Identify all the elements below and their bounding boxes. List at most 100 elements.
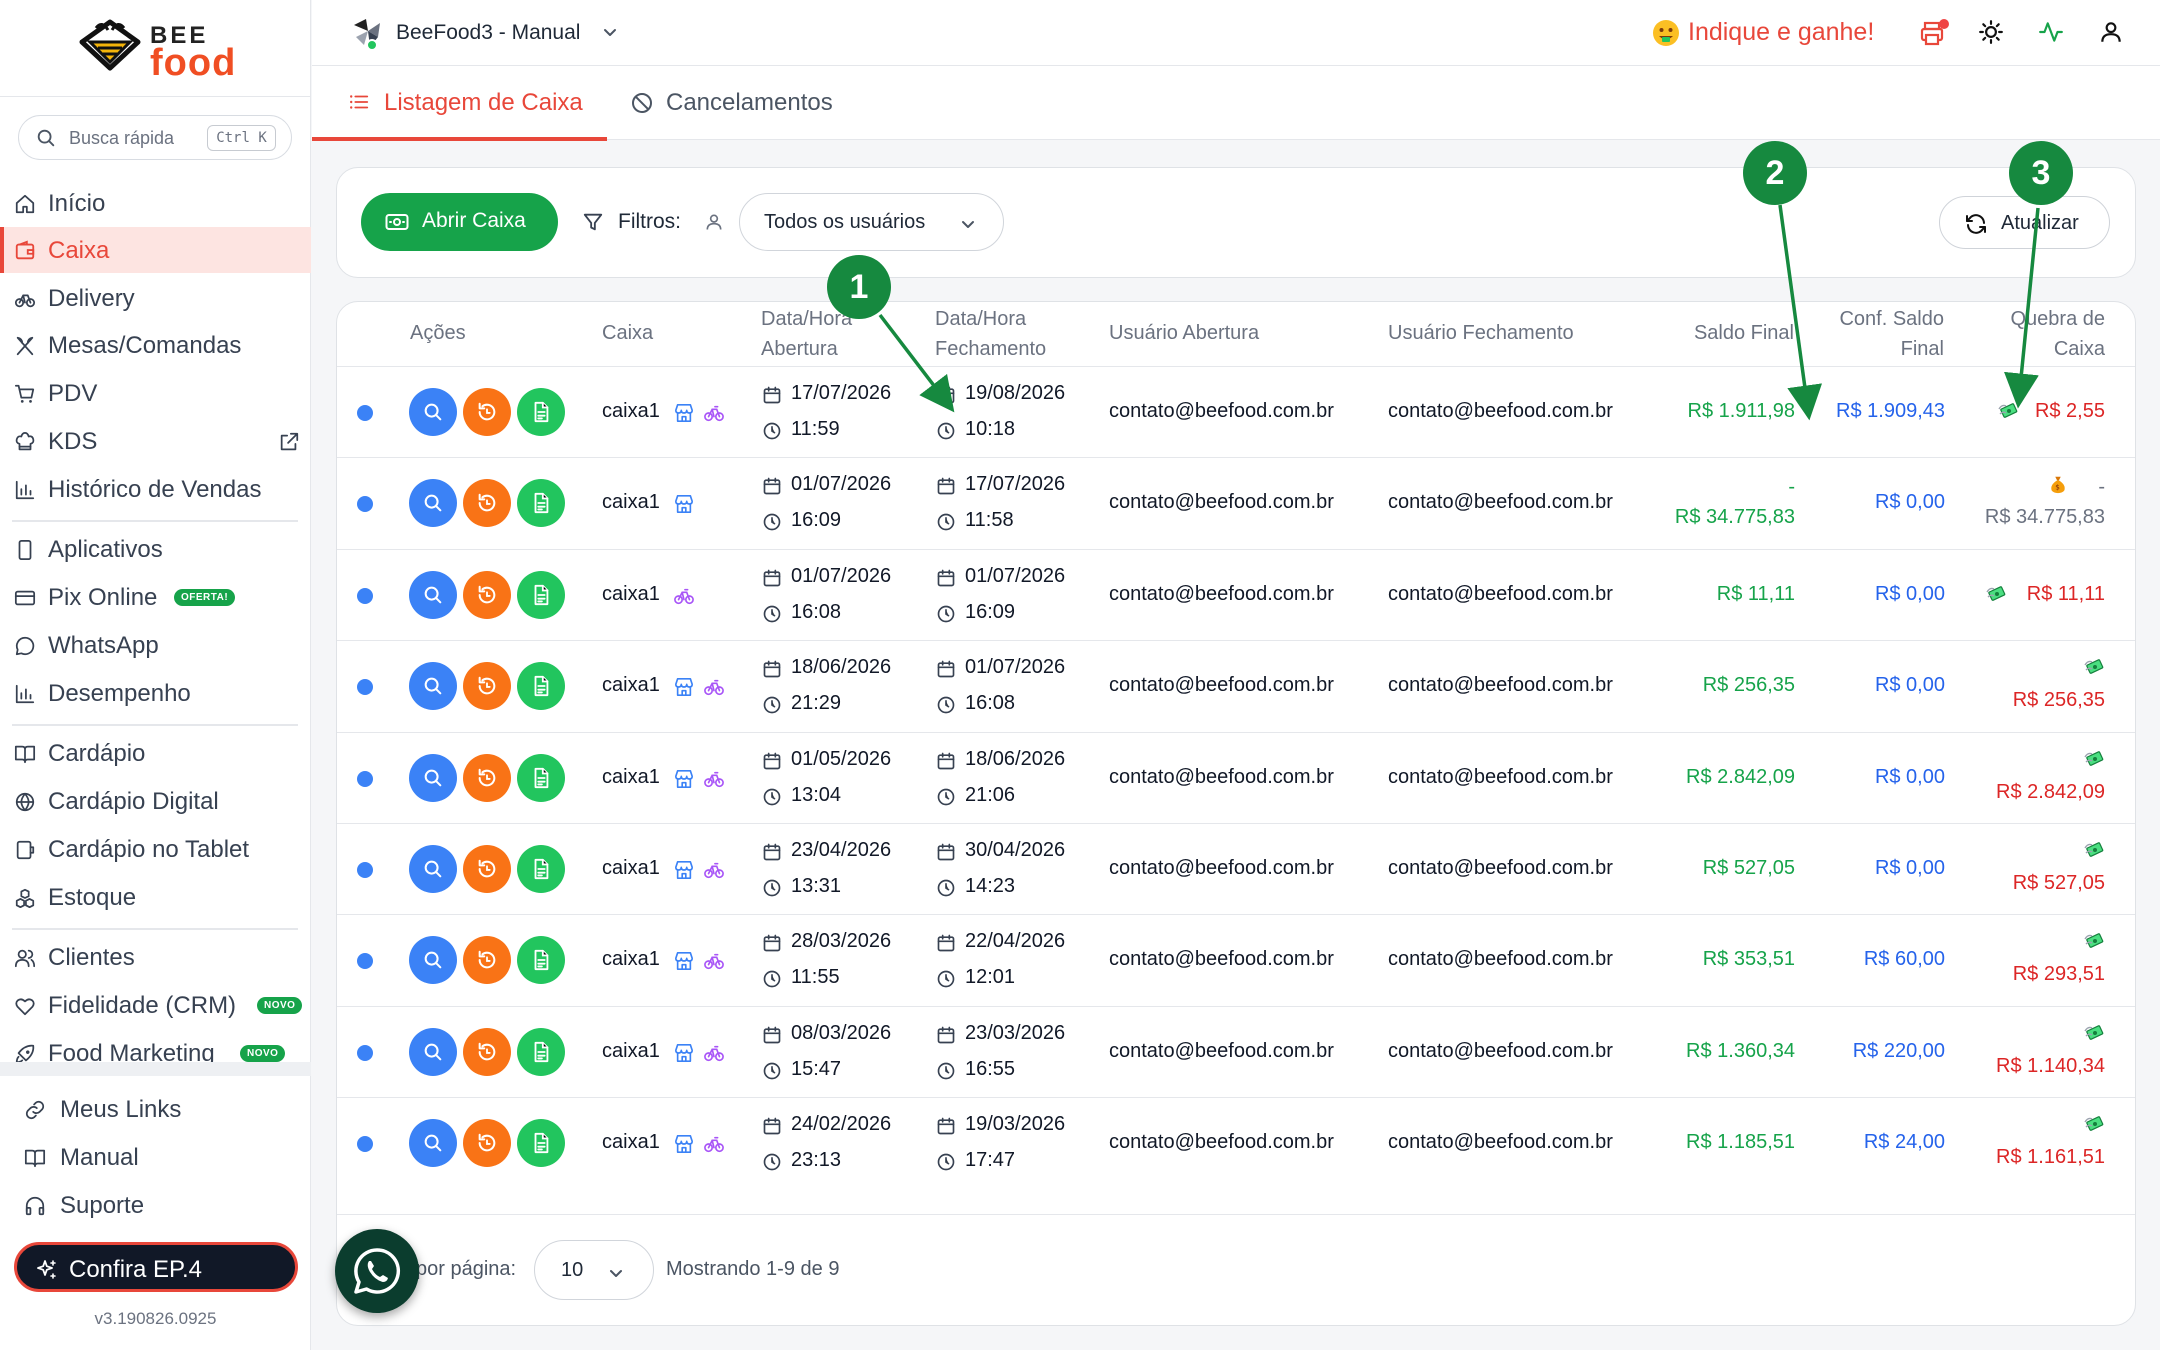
rotate-ccw-icon: [478, 1042, 496, 1061]
close-date: 17/07/2026: [965, 473, 1066, 495]
reopen-caixa-button[interactable]: [463, 754, 511, 802]
reopen-caixa-button[interactable]: [463, 936, 511, 984]
store-icon: [675, 952, 694, 970]
tab-listagem-caixa[interactable]: Listagem de Caixa: [312, 66, 607, 141]
sidebar-item-estoque[interactable]: Estoque: [0, 874, 311, 920]
sidebar-item-label: Manual: [60, 1144, 139, 1171]
view-caixa-button[interactable]: [409, 845, 457, 893]
calendar-icon: [937, 752, 955, 770]
sidebar-item-hist-rico-de-vendas[interactable]: Histórico de Vendas: [0, 466, 311, 512]
store-icon: [675, 770, 694, 788]
reopen-caixa-button[interactable]: [463, 388, 511, 436]
report-caixa-button[interactable]: [517, 388, 565, 436]
search-icon: [424, 677, 442, 695]
reopen-caixa-button[interactable]: [463, 479, 511, 527]
confira-ep4-button[interactable]: Confira EP.4: [14, 1242, 298, 1292]
open-date: 24/02/2026: [791, 1113, 892, 1135]
whatsapp-floating-button[interactable]: [335, 1229, 419, 1313]
tab-cancelamentos[interactable]: Cancelamentos: [630, 66, 850, 140]
sidebar-item-badge: NOVO: [257, 997, 303, 1014]
sidebar-item-card-pio[interactable]: Cardápio: [0, 730, 311, 776]
table-row[interactable]: caixa1 17/07/2026 11:59 19/08/2026 10:18 cont…: [337, 366, 2135, 457]
sidebar-item-card-pio-no-tablet[interactable]: Cardápio no Tablet: [0, 826, 311, 872]
view-caixa-button[interactable]: [409, 936, 457, 984]
conf-saldo-final: R$ 1.909,43: [1836, 400, 1945, 422]
sidebar-item-manual[interactable]: Manual: [0, 1134, 311, 1180]
open-date: 18/06/2026: [791, 656, 892, 678]
view-caixa-button[interactable]: [409, 1119, 457, 1167]
calendar-icon: [763, 569, 781, 587]
table-row[interactable]: caixa1 01/07/2026 16:09 17/07/2026 11:58 cont…: [337, 457, 2135, 548]
store-icon: [675, 1135, 694, 1153]
sidebar-item-pix-online[interactable]: Pix Online OFERTA!: [0, 574, 311, 620]
table-row[interactable]: caixa1 18/06/2026 21:29 01/07/2026 16:08 cont…: [337, 640, 2135, 731]
sidebar-item-meus-links[interactable]: Meus Links: [0, 1086, 311, 1132]
view-caixa-button[interactable]: [409, 479, 457, 527]
chevron-down-icon: [604, 29, 616, 36]
quick-search-input[interactable]: Busca rápida Ctrl K: [18, 115, 292, 160]
table-row[interactable]: caixa1 01/07/2026 16:08 01/07/2026 16:09 cont…: [337, 549, 2135, 640]
report-caixa-button[interactable]: [517, 754, 565, 802]
report-caixa-button[interactable]: [517, 1119, 565, 1167]
reopen-caixa-button[interactable]: [463, 662, 511, 710]
report-caixa-button[interactable]: [517, 936, 565, 984]
money-with-wings-icon: [2084, 842, 2104, 857]
filter-card: [336, 167, 2136, 278]
clock-icon: [763, 422, 781, 440]
view-caixa-button[interactable]: [409, 571, 457, 619]
open-date: 01/07/2026: [791, 473, 892, 495]
sidebar-item-desempenho[interactable]: Desempenho: [0, 670, 311, 716]
open-time: 21:29: [791, 692, 842, 714]
sidebar-item-caixa[interactable]: Caixa: [0, 227, 311, 273]
reopen-caixa-button[interactable]: [463, 571, 511, 619]
view-caixa-button[interactable]: [409, 662, 457, 710]
tab-label: Cancelamentos: [666, 89, 833, 116]
sidebar-item-card-pio-digital[interactable]: Cardápio Digital: [0, 778, 311, 824]
reopen-caixa-button[interactable]: [463, 845, 511, 893]
report-caixa-button[interactable]: [517, 662, 565, 710]
sidebar-item-aplicativos[interactable]: Aplicativos: [0, 526, 311, 572]
sidebar-item-pdv[interactable]: PDV: [0, 370, 311, 416]
chat-icon: [15, 636, 35, 656]
view-caixa-button[interactable]: [409, 388, 457, 436]
user-open-email: contato@beefood.com.br: [1109, 948, 1334, 970]
per-page-select[interactable]: 10: [534, 1240, 654, 1300]
abrir-caixa-button[interactable]: Abrir Caixa: [361, 193, 558, 251]
sidebar-item-in-cio[interactable]: Início: [0, 180, 311, 226]
table-row[interactable]: caixa1 08/03/2026 15:47 23/03/2026 16:55 cont…: [337, 1006, 2135, 1097]
report-caixa-button[interactable]: [517, 845, 565, 893]
report-caixa-button[interactable]: [517, 1028, 565, 1076]
store-avatar-icon: [354, 19, 380, 51]
table-row[interactable]: caixa1 23/04/2026 13:31 30/04/2026 14:23 cont…: [337, 823, 2135, 914]
reopen-caixa-button[interactable]: [463, 1028, 511, 1076]
sidebar-item-suporte[interactable]: Suporte: [0, 1182, 311, 1228]
open-date: 17/07/2026: [791, 382, 892, 404]
table-row[interactable]: caixa1 24/02/2026 23:13 19/03/2026 17:47 cont…: [337, 1097, 2135, 1188]
sidebar-item-fidelidade-crm[interactable]: Fidelidade (CRM) NOVO: [0, 982, 311, 1028]
table-row[interactable]: caixa1 01/05/2026 13:04 18/06/2026 21:06 cont…: [337, 732, 2135, 823]
reopen-caixa-button[interactable]: [463, 1119, 511, 1167]
beefood-logo[interactable]: BEE food: [78, 18, 238, 84]
sidebar-item-clientes[interactable]: Clientes: [0, 934, 311, 980]
money-with-wings-icon: [2084, 1116, 2104, 1131]
saldo-final: R$ 1.360,34: [1686, 1040, 1795, 1062]
sidebar-item-mesas-comandas[interactable]: Mesas/Comandas: [0, 322, 311, 368]
report-caixa-button[interactable]: [517, 479, 565, 527]
view-caixa-button[interactable]: [409, 1028, 457, 1076]
delivery-bike-icon: [704, 405, 724, 422]
indique-label: Indique e ganhe!: [1688, 18, 1875, 46]
wallet-icon: [15, 240, 35, 260]
search-icon: [424, 586, 442, 604]
sidebar-item-kds[interactable]: KDS: [0, 418, 311, 464]
sidebar-item-delivery[interactable]: Delivery: [0, 275, 311, 321]
atualizar-button[interactable]: Atualizar: [1939, 196, 2110, 249]
user-open-email: contato@beefood.com.br: [1109, 491, 1334, 513]
rotate-ccw-icon: [478, 402, 496, 421]
users-filter-select[interactable]: Todos os usuários: [739, 193, 1004, 251]
report-caixa-button[interactable]: [517, 571, 565, 619]
sidebar-item-whatsapp[interactable]: WhatsApp: [0, 622, 311, 668]
view-caixa-button[interactable]: [409, 754, 457, 802]
user-close-email: contato@beefood.com.br: [1388, 766, 1613, 788]
caixa-name: caixa1: [602, 1040, 660, 1062]
table-row[interactable]: caixa1 28/03/2026 11:55 22/04/2026 12:01 cont…: [337, 914, 2135, 1005]
